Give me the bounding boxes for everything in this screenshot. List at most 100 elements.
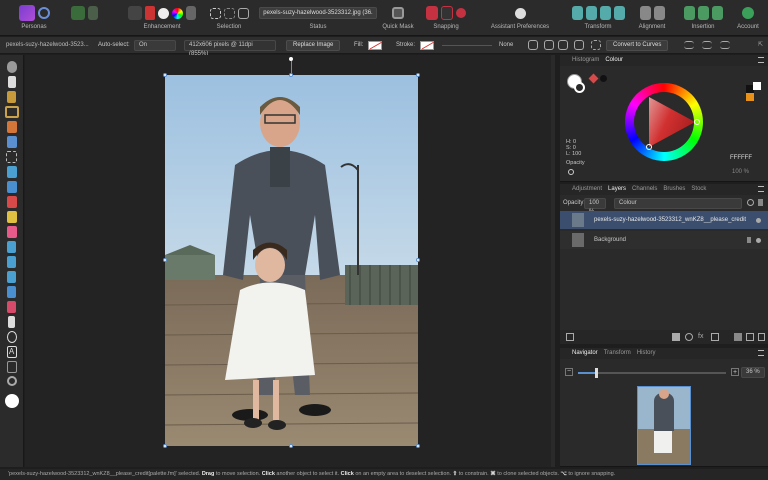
- insert-top-icon[interactable]: [697, 6, 709, 20]
- snapping-toggle-icon[interactable]: [426, 6, 438, 20]
- tab-layers[interactable]: Layers: [608, 184, 626, 195]
- layer-visibility-icon[interactable]: [756, 238, 761, 243]
- colour-wheel[interactable]: [625, 83, 703, 161]
- canvas-scrollbar[interactable]: [551, 55, 555, 467]
- crop-icon[interactable]: [591, 40, 601, 50]
- primary-colour-swatch[interactable]: [4, 394, 19, 408]
- flip-horizontal-icon[interactable]: [571, 6, 583, 20]
- select-all-icon[interactable]: [209, 7, 221, 19]
- layer-name[interactable]: Background: [594, 231, 626, 249]
- rotate-right-icon[interactable]: [613, 6, 625, 20]
- opacity-value[interactable]: 100 %: [732, 169, 749, 175]
- align-center-icon[interactable]: [653, 6, 665, 20]
- auto-levels-icon[interactable]: [186, 6, 196, 20]
- handle-bottom-mid[interactable]: [289, 444, 293, 448]
- inpainting-tool-icon[interactable]: [7, 286, 16, 298]
- tab-colour[interactable]: Colour: [605, 55, 623, 66]
- auto-select-dropdown[interactable]: On: [134, 40, 176, 51]
- handle-mid-right[interactable]: [416, 258, 420, 262]
- layer-row-background[interactable]: Background: [560, 231, 768, 249]
- handle-top-mid[interactable]: [289, 73, 293, 77]
- flood-select-icon[interactable]: [6, 136, 17, 148]
- shape-tool-icon[interactable]: [6, 331, 17, 343]
- tab-history[interactable]: History: [637, 348, 656, 359]
- marquee-tool-icon[interactable]: [6, 151, 17, 163]
- adjustment-icon[interactable]: [685, 333, 693, 341]
- layer-lock-icon[interactable]: [747, 237, 751, 243]
- align-left-icon[interactable]: [684, 41, 694, 49]
- rotate-left-icon[interactable]: [599, 6, 611, 20]
- lock-icon[interactable]: [758, 199, 763, 206]
- zoom-slider[interactable]: [578, 368, 726, 378]
- zoom-tool-icon[interactable]: [6, 376, 17, 386]
- hand-tool-icon[interactable]: [6, 61, 17, 73]
- layer-options-icon[interactable]: [566, 333, 574, 341]
- red-eye-tool-icon[interactable]: [7, 301, 16, 313]
- tab-adjustment[interactable]: Adjustment: [572, 184, 602, 195]
- canvas[interactable]: [25, 55, 555, 467]
- shear-icon[interactable]: [574, 40, 584, 50]
- fx-icon[interactable]: fx: [698, 333, 706, 341]
- liquify-persona-icon[interactable]: [37, 7, 50, 19]
- layers-panel-menu-icon[interactable]: [758, 186, 764, 192]
- zoom-slider-thumb[interactable]: [595, 368, 598, 378]
- stroke-swatch[interactable]: [420, 41, 434, 50]
- move-tool-icon[interactable]: [7, 76, 16, 88]
- orange-chip[interactable]: [746, 93, 754, 101]
- eyedropper-icon[interactable]: [588, 73, 599, 84]
- text-tool-icon[interactable]: A: [6, 346, 17, 358]
- move-icon[interactable]: [528, 40, 538, 50]
- tab-navigator[interactable]: Navigator: [572, 348, 598, 359]
- tab-transform[interactable]: Transform: [604, 348, 631, 359]
- align-right-icon[interactable]: [720, 41, 730, 49]
- assistant-icon[interactable]: [514, 7, 526, 19]
- handle-bottom-left[interactable]: [163, 444, 167, 448]
- layer-opacity-field[interactable]: 100 %: [584, 198, 606, 215]
- app-persona-icon[interactable]: [18, 5, 35, 21]
- crop-tool-icon[interactable]: [4, 106, 19, 118]
- add-layer-icon[interactable]: [746, 333, 754, 341]
- blend-mode-dropdown[interactable]: Colour: [614, 198, 742, 209]
- paint-brush-icon[interactable]: [6, 196, 17, 208]
- scale-icon[interactable]: [558, 40, 568, 50]
- opacity-swatch[interactable]: [568, 169, 574, 175]
- blur-tool-icon[interactable]: [7, 271, 16, 283]
- gradient-tool-icon[interactable]: [6, 181, 17, 193]
- handle-mid-left[interactable]: [163, 258, 167, 262]
- erase-brush-icon[interactable]: [6, 226, 17, 238]
- group-icon[interactable]: [734, 333, 742, 341]
- auto-white-balance-icon[interactable]: [172, 7, 183, 19]
- auto-contrast-icon[interactable]: [158, 7, 169, 19]
- invert-selection-icon[interactable]: [237, 7, 249, 19]
- flood-fill-icon[interactable]: [6, 166, 17, 178]
- auto-colour-icon[interactable]: [145, 6, 155, 20]
- insert-behind-icon[interactable]: [711, 6, 723, 20]
- convert-to-curves-button[interactable]: Convert to Curves: [606, 40, 669, 51]
- clone-tool-icon[interactable]: [7, 256, 16, 268]
- colour-panel-menu-icon[interactable]: [758, 57, 764, 63]
- develop-persona-icon[interactable]: [70, 6, 85, 20]
- live-filter-icon[interactable]: [711, 333, 719, 341]
- zoom-out-icon[interactable]: −: [565, 368, 573, 376]
- insert-inside-icon[interactable]: [683, 6, 695, 20]
- layer-row-photo[interactable]: pexels-suzy-hazelwood-3523312_wnKZ8__ple…: [560, 211, 768, 229]
- replace-image-button[interactable]: Replace Image: [286, 40, 341, 51]
- quick-mask-icon[interactable]: [392, 7, 404, 19]
- dodge-tool-icon[interactable]: [7, 241, 16, 253]
- account-icon[interactable]: [742, 7, 754, 19]
- mesh-warp-icon[interactable]: [6, 361, 17, 373]
- align-center-icon[interactable]: [702, 41, 712, 49]
- snapping-magnet-icon[interactable]: [456, 8, 466, 18]
- align-left-icon[interactable]: [639, 6, 651, 20]
- document-filename[interactable]: pexels-suzy-hazelwood-3523312.jpg (36.: [259, 7, 377, 19]
- tab-channels[interactable]: Channels: [632, 184, 657, 195]
- tab-brushes[interactable]: Brushes: [663, 184, 685, 195]
- levels-icon[interactable]: [128, 6, 142, 20]
- handle-top-left[interactable]: [163, 73, 167, 77]
- rotate-icon[interactable]: [544, 40, 554, 50]
- tone-map-persona-icon[interactable]: [87, 6, 98, 20]
- selection-brush-icon[interactable]: [6, 121, 17, 133]
- photo-layer[interactable]: [165, 75, 418, 446]
- zoom-value[interactable]: 36 %: [741, 367, 765, 378]
- handle-bottom-right[interactable]: [416, 444, 420, 448]
